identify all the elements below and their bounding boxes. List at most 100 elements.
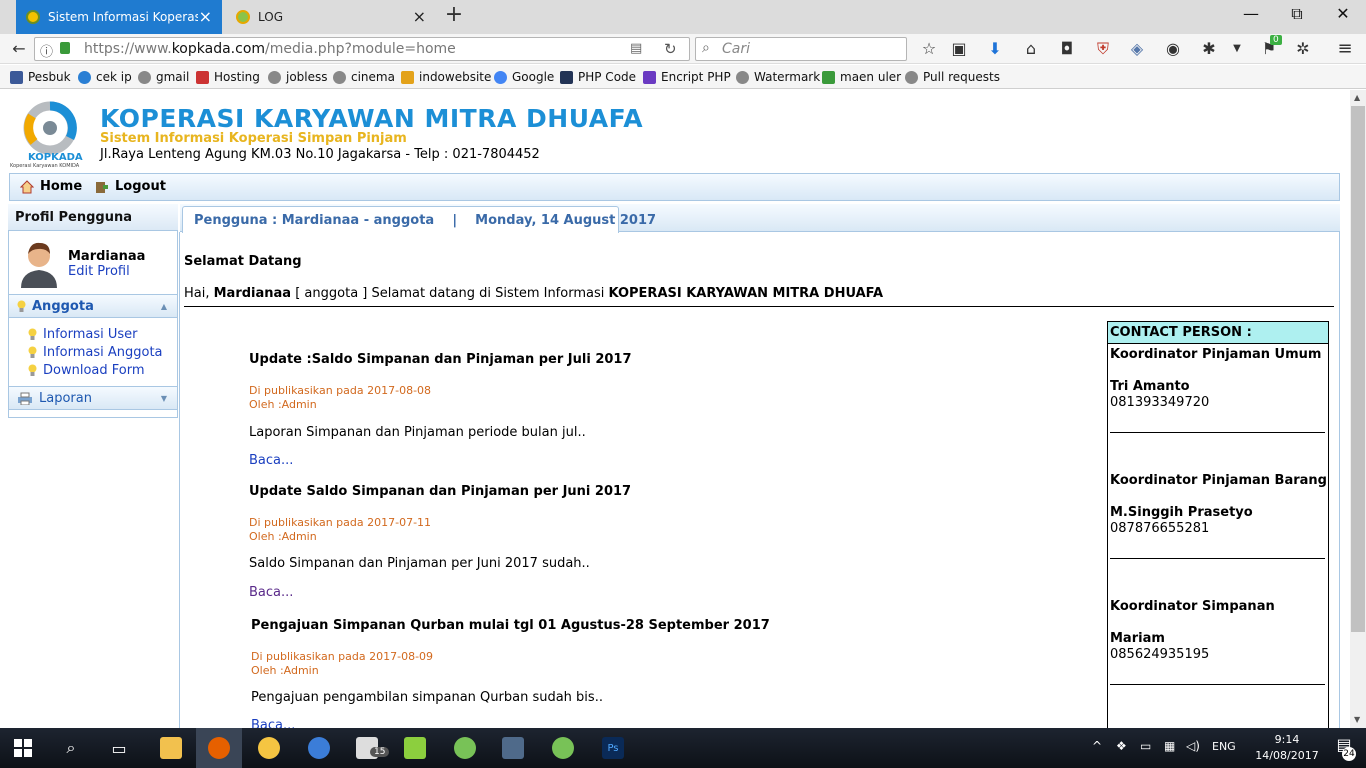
news-title[interactable]: Update :Saldo Simpanan dan Pinjaman per … xyxy=(249,352,632,367)
close-tab-icon[interactable]: × xyxy=(413,9,426,25)
contact-name: Mariam xyxy=(1110,631,1165,646)
browser-icon[interactable] xyxy=(296,728,342,768)
scrollbar-thumb[interactable] xyxy=(1351,106,1365,632)
clock[interactable]: 9:14 14/08/2017 xyxy=(1252,732,1322,764)
mail-badge: 15 xyxy=(370,747,390,757)
reader-view-icon[interactable]: ▤ xyxy=(630,41,642,56)
read-more-link[interactable]: Baca... xyxy=(251,718,295,728)
read-more-link[interactable]: Baca... xyxy=(249,453,293,468)
news-title[interactable]: Pengajuan Simpanan Qurban mulai tgl 01 A… xyxy=(251,618,770,633)
bookmark-item[interactable]: Watermark xyxy=(736,70,820,84)
reload-icon[interactable]: ↻ xyxy=(664,40,677,58)
messenger-icon[interactable] xyxy=(246,728,292,768)
shield-icon[interactable]: ⛨ xyxy=(1092,38,1114,60)
hosting-icon xyxy=(196,70,209,84)
home-icon[interactable]: ⌂ xyxy=(1020,38,1042,60)
news-meta: Di publikasikan pada 2017-07-11 Oleh :Adm… xyxy=(249,516,432,543)
bookmark-item[interactable]: cek ip xyxy=(78,70,132,84)
restore-button[interactable]: ⧉ xyxy=(1274,4,1320,24)
welcome-message: Hai, Mardianaa [ anggota ] Selamat datan… xyxy=(184,286,884,301)
bookmark-item[interactable]: Google xyxy=(494,70,554,84)
addon-icon[interactable]: ✱ xyxy=(1198,38,1220,60)
library-icon[interactable]: ▣ xyxy=(948,38,970,60)
sidebar-item-informasi-user[interactable]: Informasi User xyxy=(28,327,138,342)
download-icon[interactable]: ⬇ xyxy=(984,38,1006,60)
language-indicator[interactable]: ENG xyxy=(1212,740,1236,753)
news-meta: Di publikasikan pada 2017-08-09 Oleh :Adm… xyxy=(251,650,434,677)
logo-subtext: Koperasi Karyawan KOMIDA xyxy=(10,163,80,169)
url-text[interactable]: https://www.kopkada.com/media.php?module… xyxy=(84,41,456,57)
notepad-icon[interactable] xyxy=(392,728,438,768)
scroll-down-icon[interactable]: ▼ xyxy=(1354,715,1360,724)
sidebar-item-download-form[interactable]: Download Form xyxy=(28,363,145,378)
android-icon[interactable] xyxy=(540,728,586,768)
bookmark-item[interactable]: maen uler xyxy=(822,70,901,84)
facebook-icon xyxy=(10,70,23,84)
sidebar-section-anggota[interactable]: Anggota ▲ xyxy=(9,294,177,318)
tab-log[interactable]: LOG × xyxy=(226,0,436,34)
sidebar-item-informasi-anggota[interactable]: Informasi Anggota xyxy=(28,345,163,360)
game-icon xyxy=(822,70,835,84)
task-view-icon[interactable]: ▭ xyxy=(96,728,142,768)
cube-icon xyxy=(643,70,656,84)
site-address: Jl.Raya Lenteng Agung KM.03 No.10 Jagaka… xyxy=(100,147,540,162)
info-icon[interactable]: ⓘ xyxy=(40,41,53,60)
back-arrow-icon[interactable]: ← xyxy=(8,38,30,60)
dropdown-icon[interactable]: ▼ xyxy=(1226,38,1248,60)
site-favicon-icon xyxy=(26,10,40,24)
extension-icon[interactable]: ◈ xyxy=(1126,38,1148,60)
battery-icon[interactable]: ▭ xyxy=(1140,739,1151,753)
sync-icon[interactable]: ◉ xyxy=(1162,38,1184,60)
addon-badge: 0 xyxy=(1270,35,1282,45)
firefox-icon[interactable] xyxy=(196,728,242,768)
puzzle-icon[interactable]: ✲ xyxy=(1292,38,1314,60)
menu-hamburger-icon[interactable]: ≡ xyxy=(1334,38,1356,60)
minimize-button[interactable]: — xyxy=(1228,4,1274,23)
new-tab-button[interactable]: + xyxy=(440,2,468,32)
scroll-up-icon[interactable]: ▲ xyxy=(1354,93,1360,102)
edit-profile-link[interactable]: Edit Profil xyxy=(68,264,130,279)
close-tab-icon[interactable]: × xyxy=(199,9,212,25)
contact-phone: 081393349720 xyxy=(1110,395,1210,410)
bookmark-star-icon[interactable]: ☆ xyxy=(918,38,940,60)
read-more-link[interactable]: Baca... xyxy=(249,585,293,600)
news-meta: Di publikasikan pada 2017-08-08 Oleh :Adm… xyxy=(249,384,432,411)
bookmark-item[interactable]: gmail xyxy=(138,70,189,84)
file-explorer-icon[interactable] xyxy=(148,728,194,768)
pocket-icon[interactable]: ◘ xyxy=(1056,38,1078,60)
dropbox-icon[interactable]: ❖ xyxy=(1116,739,1127,753)
site-favicon-icon xyxy=(236,10,250,24)
tray-expand-icon[interactable]: ^ xyxy=(1092,739,1102,753)
sidebar-section-laporan[interactable]: Laporan ▼ xyxy=(9,386,177,410)
bookmark-item[interactable]: jobless xyxy=(268,70,328,84)
profile-header: Profil Pengguna xyxy=(8,204,178,231)
globe-icon xyxy=(905,70,918,84)
bookmark-item[interactable]: cinema xyxy=(333,70,395,84)
bookmark-item[interactable]: Hosting xyxy=(196,70,260,84)
bookmark-item[interactable]: Encript PHP xyxy=(643,70,731,84)
contact-role: Koordinator Simpanan xyxy=(1110,599,1275,614)
contact-name: M.Singgih Prasetyo xyxy=(1110,505,1253,520)
search-icon[interactable]: ⌕ xyxy=(48,728,94,768)
menu-home[interactable]: Home xyxy=(19,179,82,194)
bookmark-item[interactable]: PHP Code xyxy=(560,70,636,84)
logout-icon xyxy=(95,180,109,194)
volume-icon[interactable]: ◁) xyxy=(1186,739,1200,753)
bookmark-item[interactable]: indowebsite xyxy=(401,70,491,84)
app-icon[interactable] xyxy=(490,728,536,768)
expand-arrow-icon: ▼ xyxy=(160,393,167,403)
globe-icon xyxy=(333,70,346,84)
photoshop-icon[interactable]: Ps xyxy=(590,728,636,768)
tab-sistem-informasi[interactable]: Sistem Informasi Koperasi Si × xyxy=(16,0,222,34)
start-windows-icon[interactable] xyxy=(0,728,46,768)
news-title[interactable]: Update Saldo Simpanan dan Pinjaman per J… xyxy=(249,484,631,499)
bookmark-item[interactable]: Pesbuk xyxy=(10,70,71,84)
notification-center-icon[interactable]: ▤ 24 xyxy=(1330,735,1358,763)
close-window-button[interactable]: ✕ xyxy=(1320,4,1366,23)
bookmark-item[interactable]: Pull requests xyxy=(905,70,1000,84)
network-icon[interactable]: ▦ xyxy=(1164,739,1175,753)
collapse-arrow-icon: ▲ xyxy=(160,301,167,311)
contact-divider xyxy=(1110,684,1325,685)
menu-logout[interactable]: Logout xyxy=(95,179,166,194)
android-icon[interactable] xyxy=(442,728,488,768)
